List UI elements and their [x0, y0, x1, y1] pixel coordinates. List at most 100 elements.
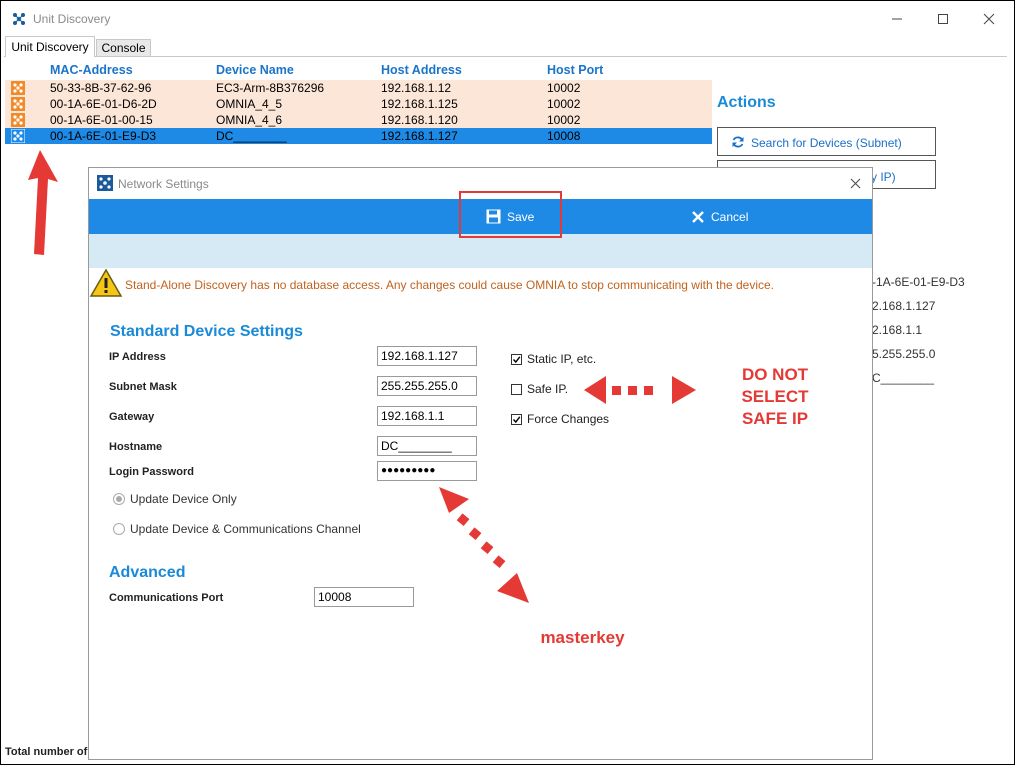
close-icon — [983, 13, 995, 25]
cell-mac: 00-1A-6E-01-D6-2D — [50, 97, 157, 111]
login-password-label: Login Password — [109, 466, 194, 478]
gateway-label: Gateway — [109, 411, 155, 423]
column-header-host-port[interactable]: Host Port — [547, 63, 603, 77]
tab-unit-discovery[interactable]: Unit Discovery — [5, 36, 95, 57]
cell-host-port: 10002 — [547, 97, 581, 111]
cell-device-name: OMNIA_4_6 — [216, 113, 283, 127]
checkbox-box[interactable] — [511, 413, 522, 425]
cell-host-address: 192.168.1.120 — [381, 113, 458, 127]
advanced-heading: Advanced — [109, 564, 186, 581]
dialog-close-button[interactable] — [846, 174, 864, 192]
cell-host-address: 192.168.1.12 — [381, 81, 452, 95]
device-icon — [11, 113, 25, 127]
safe-ip-checkbox[interactable]: Safe IP. — [511, 382, 568, 396]
close-window-button[interactable] — [966, 5, 1012, 33]
cell-device-name: OMNIA_4_5 — [216, 97, 283, 111]
minimize-button[interactable] — [874, 5, 920, 33]
network-settings-dialog: Network Settings Save Cancel Stand-Alone… — [88, 167, 873, 760]
static-ip-checkbox[interactable]: Static IP, etc. — [511, 352, 596, 366]
app-logo-icon — [13, 13, 25, 25]
hostname-input[interactable] — [377, 436, 477, 456]
maximize-icon — [938, 14, 948, 24]
app-logo-icon — [97, 175, 113, 191]
checkbox-box[interactable] — [511, 353, 522, 365]
annotation-diagonal-arrow — [439, 487, 529, 603]
annotation-line: SAFE IP — [741, 409, 809, 428]
table-row-selected[interactable]: 00-1A-6E-01-E9-D3 DC________ 192.168.1.1… — [5, 128, 712, 144]
warning-triangle-icon — [89, 268, 123, 297]
ip-address-input[interactable] — [377, 346, 477, 366]
radio-update-device-only[interactable]: Update Device Only — [113, 492, 237, 506]
device-icon — [11, 129, 25, 143]
device-icon — [11, 81, 25, 95]
column-header-host-address[interactable]: Host Address — [381, 63, 462, 77]
cell-host-port: 10002 — [547, 81, 581, 95]
table-row[interactable]: 00-1A-6E-01-D6-2D OMNIA_4_5 192.168.1.12… — [5, 96, 712, 112]
tab-label: Unit Discovery — [11, 40, 89, 54]
annotation-line: SELECT — [741, 387, 809, 406]
dialog-title: Network Settings — [118, 177, 209, 191]
column-header-mac[interactable]: MAC-Address — [50, 63, 133, 77]
search-subnet-button[interactable]: Search for Devices (Subnet) — [717, 127, 936, 156]
radio-label: Update Device Only — [130, 492, 237, 506]
window-title: Unit Discovery — [33, 12, 111, 26]
cell-mac: 00-1A-6E-01-E9-D3 — [50, 129, 157, 143]
warning-message: Stand-Alone Discovery has no database ac… — [125, 278, 775, 292]
checkmark-icon — [512, 415, 521, 423]
toolbar-band — [89, 234, 872, 268]
search-ip-label: y IP) — [871, 170, 896, 184]
checkbox-label: Force Changes — [527, 412, 610, 426]
cell-host-address: 192.168.1.125 — [381, 97, 458, 111]
annotation-double-arrow — [584, 376, 696, 404]
x-icon — [692, 210, 704, 223]
annotation-line: DO NOT — [741, 365, 809, 384]
window-title-bar: Unit Discovery — [1, 1, 1012, 35]
cell-host-port: 10008 — [547, 129, 581, 143]
maximize-button[interactable] — [920, 5, 966, 33]
device-icon — [11, 97, 25, 111]
hostname-label: Hostname — [109, 441, 163, 453]
force-changes-checkbox[interactable]: Force Changes — [511, 412, 609, 426]
info-hostname: C________ — [872, 371, 935, 385]
radio-label: Update Device & Communications Channel — [130, 522, 361, 536]
cell-host-port: 10002 — [547, 113, 581, 127]
close-icon — [850, 178, 860, 188]
cell-host-address: 192.168.1.127 — [381, 129, 458, 143]
annotation-masterkey: masterkey — [540, 628, 625, 647]
info-gateway: 2.168.1.1 — [872, 323, 923, 337]
tab-console[interactable]: Console — [96, 39, 151, 57]
subnet-mask-label: Subnet Mask — [109, 381, 177, 393]
radio-button[interactable] — [113, 523, 125, 535]
checkbox-label: Safe IP. — [527, 382, 569, 396]
refresh-icon — [732, 136, 744, 148]
ip-address-label: IP Address — [109, 351, 166, 363]
cell-mac: 50-33-8B-37-62-96 — [50, 81, 152, 95]
annotation-do-not-select-safe-ip: DO NOT SELECT SAFE IP — [727, 364, 823, 430]
communications-port-input[interactable] — [314, 587, 414, 607]
cancel-label: Cancel — [711, 209, 749, 224]
radio-update-device-channel[interactable]: Update Device & Communications Channel — [113, 522, 361, 536]
column-header-device-name[interactable]: Device Name — [216, 63, 294, 77]
cancel-button[interactable]: Cancel — [691, 199, 748, 234]
cell-device-name: DC________ — [216, 129, 287, 143]
status-total-count: Total number of — [5, 746, 88, 758]
standard-settings-heading: Standard Device Settings — [110, 323, 303, 340]
communications-port-label: Communications Port — [109, 592, 224, 604]
checkmark-icon — [512, 355, 521, 363]
annotation-save-highlight-box — [459, 191, 562, 238]
cell-mac: 00-1A-6E-01-00-15 — [50, 113, 153, 127]
tab-strip-line — [4, 56, 1007, 57]
search-subnet-label: Search for Devices (Subnet) — [751, 136, 902, 150]
login-password-input[interactable]: ●●●●●●●●● — [377, 461, 477, 481]
gateway-input[interactable] — [377, 406, 477, 426]
subnet-mask-input[interactable] — [377, 376, 477, 396]
info-subnet: 5.255.255.0 — [872, 347, 936, 361]
radio-button[interactable] — [113, 493, 125, 505]
table-row[interactable]: 00-1A-6E-01-00-15 OMNIA_4_6 192.168.1.12… — [5, 112, 712, 128]
checkbox-box[interactable] — [511, 383, 522, 395]
table-row[interactable]: 50-33-8B-37-62-96 EC3-Arm-8B376296 192.1… — [5, 80, 712, 96]
info-ip: 2.168.1.127 — [872, 299, 936, 313]
minimize-icon — [892, 18, 902, 20]
tab-label: Console — [101, 41, 146, 55]
actions-heading: Actions — [717, 94, 776, 111]
